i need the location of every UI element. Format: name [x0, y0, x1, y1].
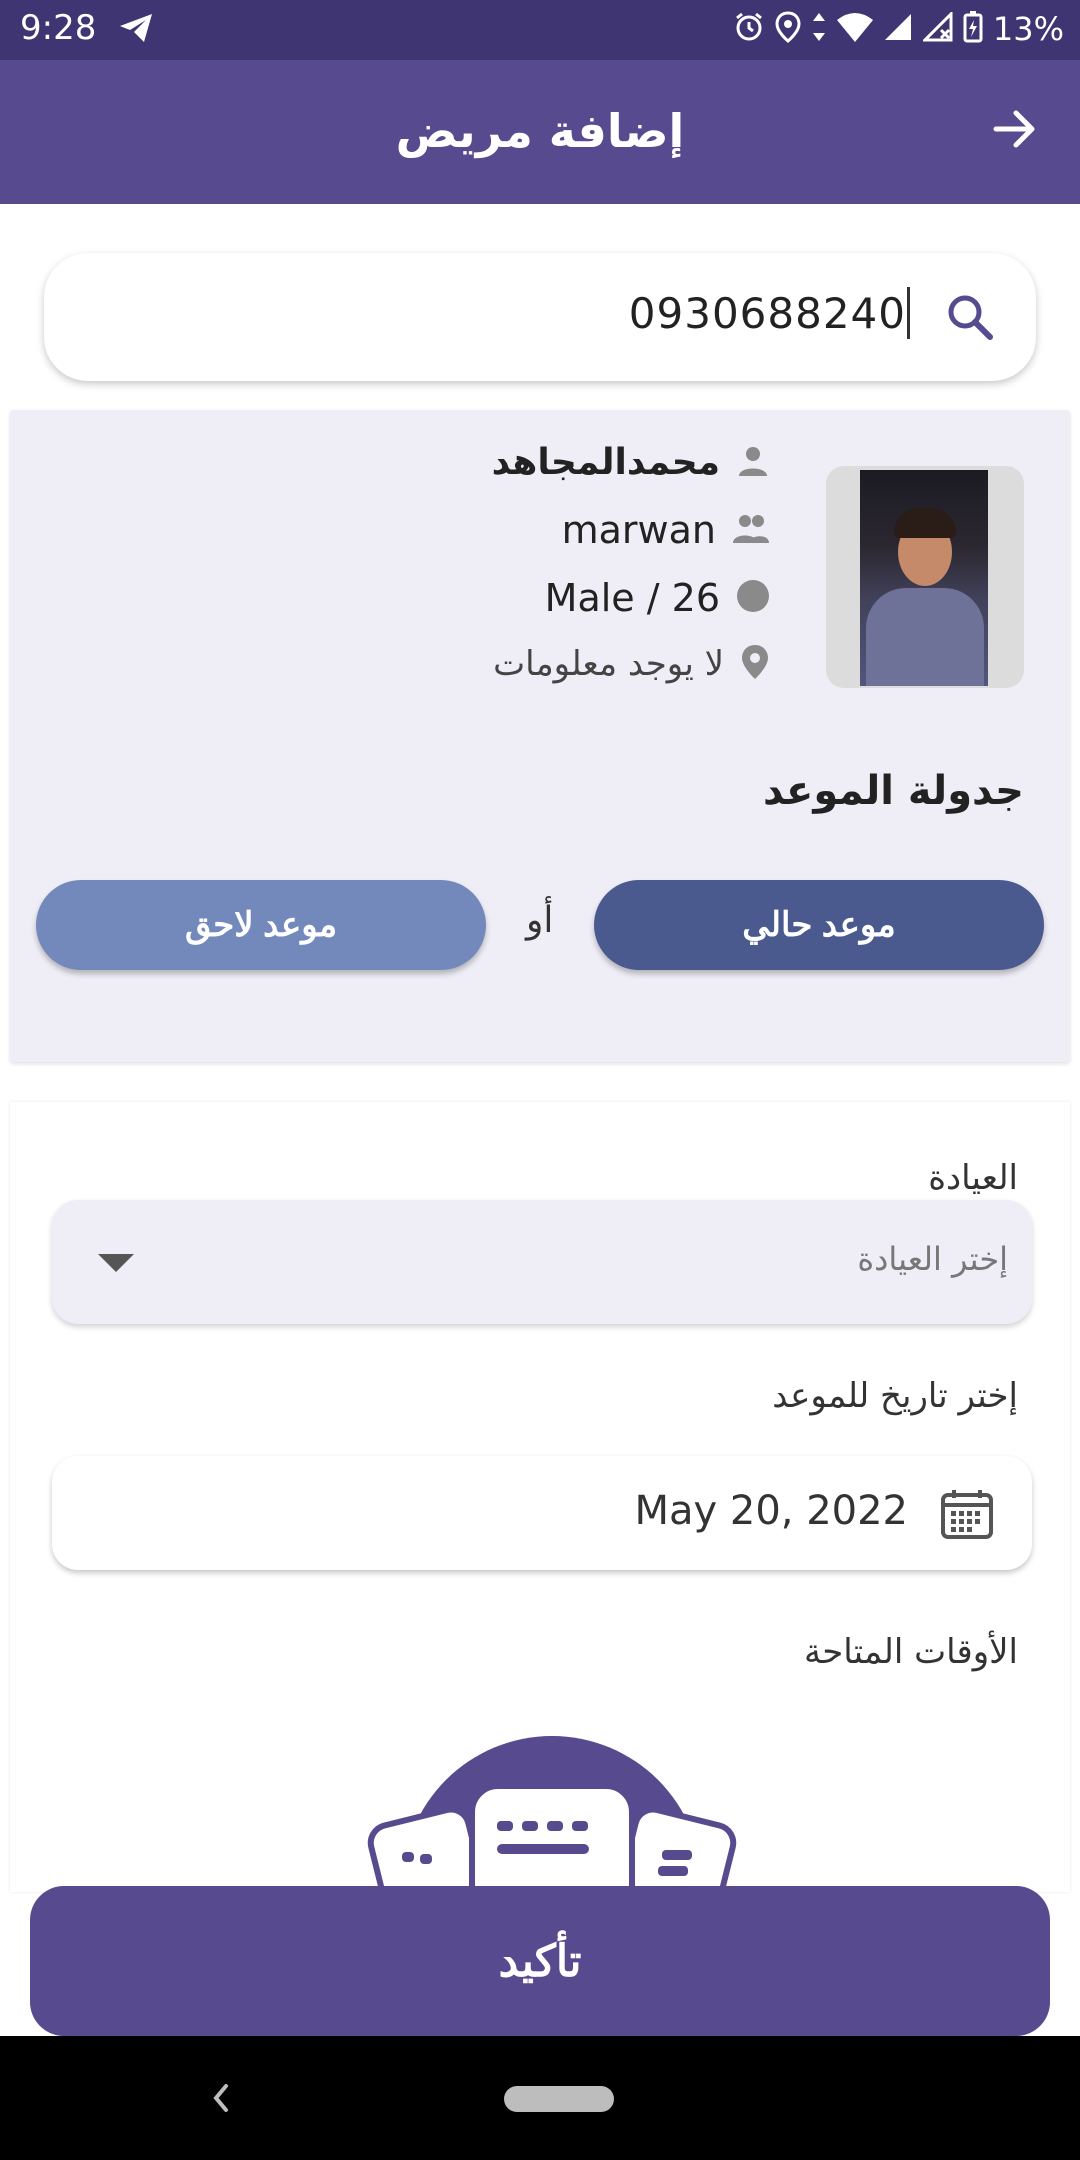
- battery-percent: 13%: [992, 10, 1064, 48]
- battery-icon: [963, 11, 983, 47]
- alarm-icon: [733, 11, 765, 47]
- later-appointment-button[interactable]: موعد لاحق: [36, 880, 486, 970]
- clinic-label: العيادة: [928, 1158, 1018, 1198]
- patient-gender-age: Male / 26: [544, 576, 720, 620]
- available-times-label: الأوقات المتاحة: [803, 1632, 1018, 1672]
- appointment-form: العيادة إختر العيادة إختر تاريخ للموعد M…: [10, 1102, 1070, 1896]
- search-icon[interactable]: [944, 291, 996, 347]
- calendar-icon[interactable]: [940, 1488, 994, 1544]
- wifi-icon: [836, 12, 873, 46]
- current-appointment-button[interactable]: موعد حالي: [594, 880, 1044, 970]
- person-icon: [736, 444, 770, 482]
- clinic-select[interactable]: إختر العيادة: [52, 1200, 1032, 1324]
- patient-photo-frame: [826, 466, 1024, 688]
- patient-username: marwan: [561, 508, 716, 552]
- signal-icon: [883, 12, 913, 46]
- patient-name: محمدالمجاهد: [491, 442, 720, 483]
- text-cursor: [907, 287, 910, 339]
- search-value: 0930688240: [628, 289, 906, 338]
- patient-username-row: marwan: [562, 508, 770, 552]
- patient-location-row: لا يوجد معلومات: [493, 644, 770, 684]
- empty-times-illustration: [362, 1736, 742, 1896]
- signal-no-data-icon: [921, 10, 953, 46]
- search-input[interactable]: 0930688240: [44, 253, 1036, 381]
- status-bar: 9:28 13%: [0, 0, 1080, 60]
- telegram-icon: [118, 12, 154, 48]
- date-label: إختر تاريخ للموعد: [772, 1376, 1018, 1416]
- patient-name-row: محمدالمجاهد: [492, 442, 770, 483]
- data-arrows-icon: [811, 11, 827, 47]
- page-title: إضافة مريض: [395, 104, 685, 158]
- status-time: 9:28: [20, 8, 97, 48]
- app-bar: إضافة مريض: [0, 60, 1080, 204]
- confirm-button[interactable]: تأكيد: [30, 1886, 1050, 2036]
- nav-back-icon[interactable]: [208, 2078, 232, 2122]
- patient-card: محمدالمجاهد marwan Male / 26 لا يوجد معل…: [10, 410, 1070, 1062]
- schedule-title: جدولة الموعد: [762, 768, 1024, 814]
- system-nav-bar: [0, 2036, 1080, 2160]
- back-arrow-icon[interactable]: [992, 106, 1038, 156]
- map-pin-icon: [740, 644, 770, 684]
- date-value: May 20, 2022: [634, 1488, 908, 1534]
- nav-home-pill[interactable]: [504, 2086, 614, 2112]
- status-icons: 13%: [733, 10, 1064, 48]
- date-picker-field[interactable]: May 20, 2022: [52, 1456, 1032, 1570]
- clinic-placeholder: إختر العيادة: [857, 1240, 1008, 1278]
- people-icon: [732, 511, 770, 549]
- gender-dot-icon: [736, 579, 770, 617]
- or-label: أو: [526, 900, 554, 941]
- patient-location: لا يوجد معلومات: [493, 644, 724, 684]
- patient-photo: [860, 470, 988, 686]
- location-icon: [775, 11, 801, 47]
- patient-gender-row: Male / 26: [545, 576, 770, 620]
- chevron-down-icon: [98, 1254, 134, 1272]
